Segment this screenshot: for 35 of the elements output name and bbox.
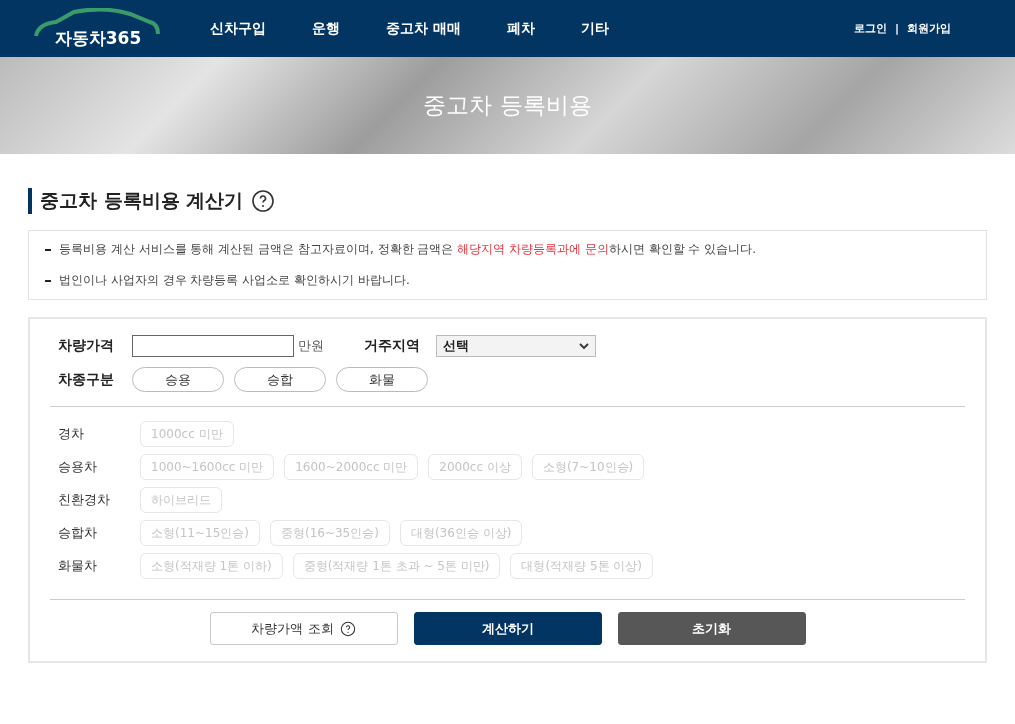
price-input[interactable]: [132, 335, 294, 357]
region-select[interactable]: 선택: [436, 335, 596, 357]
logo-text[interactable]: 자동차365: [54, 26, 142, 54]
category-label: 승용차: [58, 458, 98, 476]
field-label: 차종구분: [58, 370, 115, 389]
nav-link[interactable]: 중고차 매매: [386, 19, 461, 38]
chevron-down-icon: [579, 342, 589, 350]
nav-link[interactable]: 운행: [312, 19, 340, 38]
category-label: 경차: [58, 425, 85, 443]
field-label: 차량가격: [58, 337, 115, 355]
lookup-button[interactable]: 차량가액 조회: [209, 612, 398, 645]
nav-link[interactable]: 폐차: [506, 19, 535, 38]
category-label: 승합차: [58, 524, 98, 542]
dash-icon: [45, 279, 51, 282]
nav-link[interactable]: 기타: [580, 19, 609, 38]
vehicle-type-button[interactable]: 승용: [132, 367, 224, 392]
notice-text: 등록비용 계산 서비스를 통해 계산된 금액은 참고자료이며, 정확한 금액은 해당지역 차량등록과에 문의하시면 확인할 수 있습니다.: [59, 241, 757, 258]
separator-text: |: [894, 22, 899, 35]
vehicle-type-button[interactable]: 화물: [336, 367, 428, 392]
help-bubble-icon: [251, 189, 276, 213]
signup-link[interactable]: 회원가입: [907, 21, 951, 36]
calculate-button[interactable]: 계산하기: [413, 612, 602, 645]
category-label: 친환경차: [58, 491, 111, 509]
field-label: 거주지역: [364, 337, 421, 355]
dash-icon: [45, 248, 51, 251]
section-title: 중고차 등록비용 계산기: [40, 188, 244, 213]
banner-title: 중고차 등록비용: [423, 91, 592, 120]
help-icon: [339, 620, 356, 637]
unit-label: 만원: [298, 337, 324, 355]
vehicle-type-button[interactable]: 승합: [234, 367, 326, 392]
nav-link[interactable]: 신차구입: [210, 19, 266, 38]
reset-button[interactable]: 초기화: [617, 612, 806, 645]
login-link[interactable]: 로그인: [853, 21, 887, 36]
category-label: 화물차: [58, 557, 98, 575]
notice-text: 법인이나 사업자의 경우 차량등록 사업소로 확인하시기 바랍니다.: [59, 272, 410, 289]
